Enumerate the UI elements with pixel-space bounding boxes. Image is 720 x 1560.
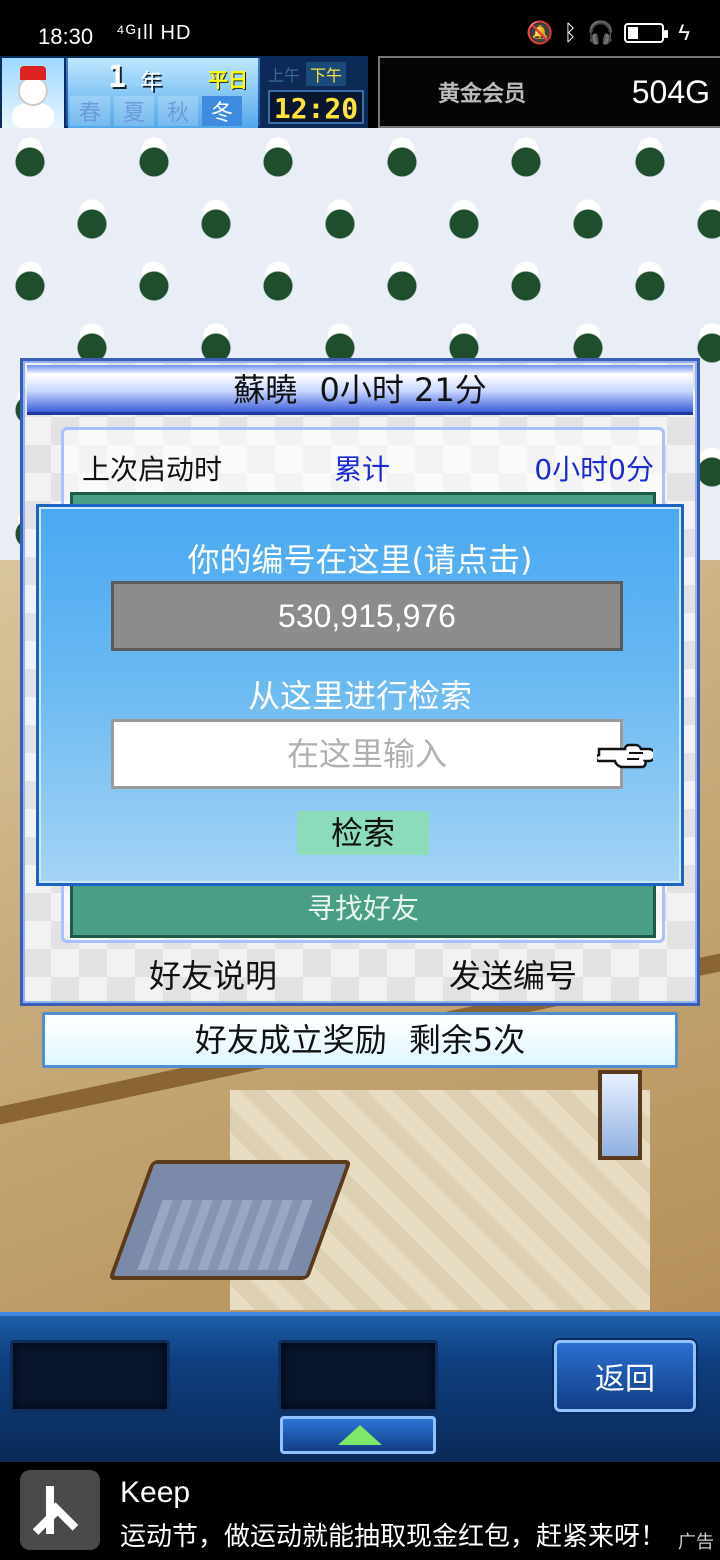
back-button[interactable]: 返回 (554, 1340, 696, 1412)
total-label: 累计 (334, 453, 391, 486)
friend-id-input[interactable] (111, 719, 623, 789)
bottom-control-bar: 返回 (0, 1312, 720, 1462)
season-summer: 夏 (114, 96, 154, 126)
friend-search-popup: 你的编号在这里(请点击) 530,915,976 从这里进行检索 检索 (36, 504, 684, 886)
system-icons: 🔕 ᛒ 🎧 ϟ (526, 20, 690, 46)
snowman-avatar[interactable] (2, 58, 66, 130)
send-id-button[interactable]: 发送编号 (423, 951, 603, 997)
bluetooth-icon: ᛒ (563, 20, 577, 45)
am-label: 上午 (268, 66, 301, 85)
date-display: 1 年 平日 春 夏 秋 冬 (68, 58, 258, 130)
year-number: 1 (108, 60, 127, 95)
ad-title: Keep (120, 1476, 191, 1509)
year-label: 年 (140, 70, 163, 95)
reward-label: 好友成立奖励 (194, 1021, 387, 1059)
find-friend-label: 寻找好友 (306, 892, 419, 925)
reward-remaining: 剩余5次 (408, 1021, 526, 1059)
network-indicator: ⁴ᴳıll HD (116, 22, 192, 44)
day-type: 平日 (208, 68, 248, 92)
last-launch-label: 上次启动时 (82, 453, 223, 486)
clock-display: 上午 下午 12:20 (260, 58, 368, 130)
money-hud[interactable]: 黄金会员 504G (378, 56, 720, 128)
calendar-hud[interactable]: 1 年 平日 春 夏 秋 冬 上午 下午 12:20 (0, 56, 368, 130)
season-winter: 冬 (202, 96, 242, 126)
search-button[interactable]: 检索 (297, 811, 429, 855)
up-arrow-icon (338, 1425, 382, 1445)
friend-explanation-button[interactable]: 好友说明 (123, 951, 303, 997)
pointing-hand-icon (597, 743, 653, 769)
ad-banner[interactable]: Keep 运动节，做运动就能抽取现金红包，赶紧来呀！ 广告 (0, 1462, 720, 1560)
playtime: 0小时 21分 (319, 371, 487, 409)
clock-time: 12:20 (268, 90, 364, 125)
bed-cover (137, 1200, 313, 1270)
empty-slot-2[interactable] (278, 1340, 438, 1412)
ad-text: 运动节，做运动就能抽取现金红包，赶紧来呀！ (120, 1522, 667, 1552)
friend-reward-bar: 好友成立奖励 剩余5次 (42, 1012, 678, 1068)
total-value: 0小时0分 (534, 453, 654, 486)
user-id-box[interactable]: 530,915,976 (111, 581, 623, 651)
charging-icon: ϟ (678, 20, 690, 45)
status-time: 18:30 (38, 24, 94, 49)
keep-logo-icon (20, 1470, 100, 1550)
door (598, 1070, 642, 1160)
stats-row: 上次启动时 累计 0小时0分 (78, 442, 654, 486)
mute-icon: 🔕 (526, 20, 554, 45)
empty-slot-1[interactable] (10, 1340, 170, 1412)
ad-tag: 广告 (678, 1532, 714, 1553)
player-name: 蘇曉 (233, 371, 298, 409)
id-prompt: 你的编号在这里(请点击) (187, 541, 533, 579)
headphones-icon: 🎧 (586, 20, 615, 45)
search-prompt: 从这里进行检索 (247, 677, 472, 715)
season-spring: 春 (70, 96, 110, 126)
season-indicator: 春 夏 秋 冬 (70, 96, 242, 126)
member-badge: 黄金会员 (438, 82, 527, 107)
battery-icon (624, 23, 669, 43)
season-autumn: 秋 (158, 96, 198, 126)
pm-label: 下午 (306, 62, 347, 86)
expand-menu-button[interactable] (280, 1416, 436, 1454)
gold-amount: 504G (631, 74, 710, 110)
panel-title: 蘇曉 0小时 21分 (27, 365, 693, 415)
